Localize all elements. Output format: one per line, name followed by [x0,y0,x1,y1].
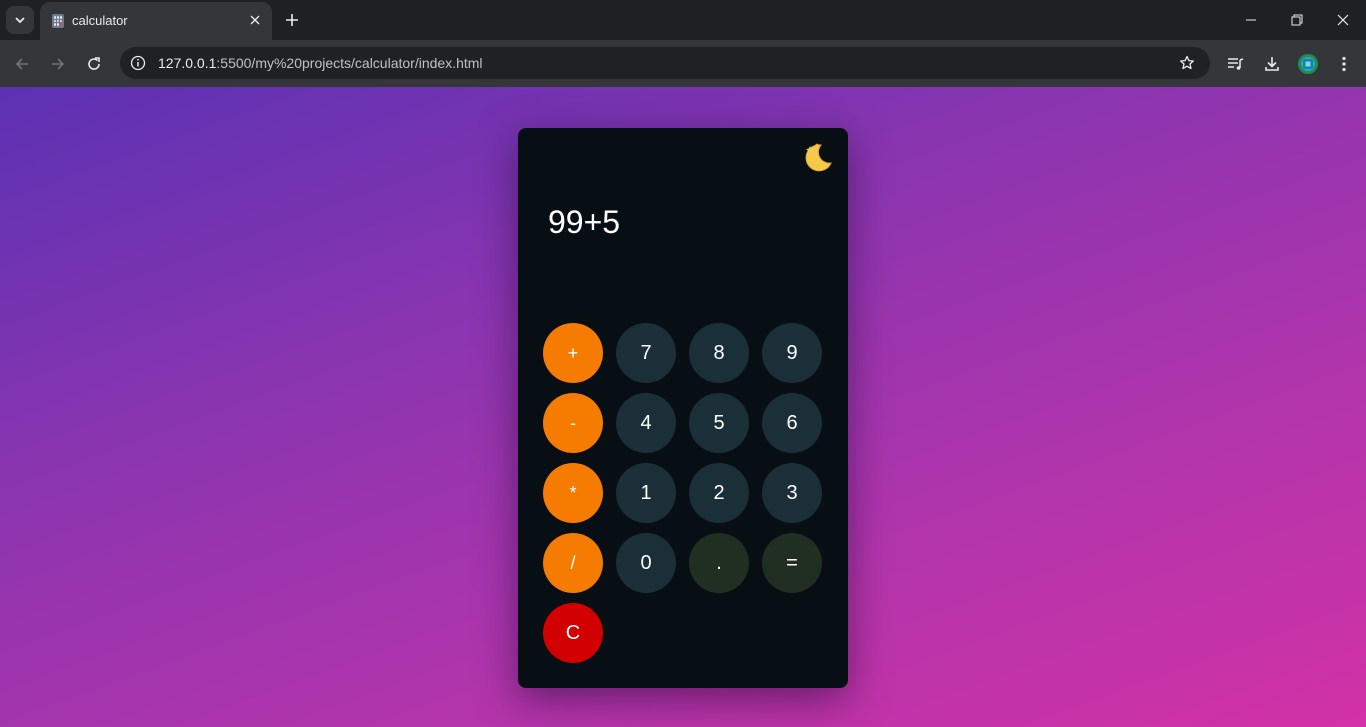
extension-icon [1298,54,1318,74]
calculator: 99+5 +7 8 9 -4 5 6 * 1 2 3 /0. = C [518,128,848,688]
site-info-button[interactable] [126,51,150,75]
theme-toggle-button[interactable] [802,142,834,174]
key-1[interactable]: 1 [616,463,676,523]
page-viewport: 99+5 +7 8 9 -4 5 6 * 1 2 3 /0. = C [0,87,1366,727]
minimize-icon [1246,19,1256,21]
browser-menu-button[interactable] [1330,50,1358,78]
site-info-icon [130,55,146,71]
forward-button[interactable] [44,50,72,78]
calculator-display: 99+5 [548,204,621,240]
download-button[interactable] [1258,50,1286,78]
key-minus[interactable]: - [543,393,603,453]
star-icon [1180,55,1194,70]
moon-stars-icon [805,143,832,172]
url-host: 127.0.0.1 [158,55,217,71]
key-3[interactable]: 3 [762,463,822,523]
browser-toolbar: 127.0.0.1:5500/my%20projects/calculator/… [0,40,1366,87]
url-text[interactable]: 127.0.0.1:5500/my%20projects/calculator/… [158,55,483,71]
tab-strip: calculator [0,0,1366,40]
key-2[interactable]: 2 [689,463,749,523]
extension-button[interactable] [1294,50,1322,78]
download-icon [1265,57,1279,71]
key-9[interactable]: 9 [762,323,822,383]
restore-icon [1291,14,1303,26]
key-equals[interactable]: = [762,533,822,593]
reload-icon [88,57,100,70]
keypad: +7 8 9 -4 5 6 * 1 2 3 /0. = C [543,323,822,663]
back-arrow-icon [15,58,28,70]
reload-button[interactable] [80,50,108,78]
key-multiply[interactable]: * [543,463,603,523]
tab-title: calculator [72,13,128,28]
key-6[interactable]: 6 [762,393,822,453]
new-tab-button[interactable] [280,8,304,32]
media-control-button[interactable] [1222,50,1250,78]
tab-calculator[interactable]: calculator [40,2,272,40]
address-bar[interactable]: 127.0.0.1:5500/my%20projects/calculator/… [120,47,1210,79]
key-clear[interactable]: C [543,603,603,663]
key-0[interactable]: 0 [616,533,676,593]
restore-button[interactable] [1274,0,1320,40]
chevron-down-icon [15,17,25,24]
plus-icon [286,14,298,26]
key-8[interactable]: 8 [689,323,749,383]
key-plus[interactable]: + [543,323,603,383]
tab-search-button[interactable] [6,6,34,34]
media-control-icon [1228,58,1244,70]
url-path: :5500/my%20projects/calculator/index.htm… [216,55,483,71]
kebab-menu-icon [1342,56,1346,72]
back-button[interactable] [8,50,36,78]
key-5[interactable]: 5 [689,393,749,453]
bookmark-button[interactable] [1176,52,1198,74]
key-divide[interactable]: / [543,533,603,593]
calculator-favicon-icon [52,14,64,28]
close-icon[interactable] [246,11,264,29]
key-4[interactable]: 4 [616,393,676,453]
key-7[interactable]: 7 [616,323,676,383]
forward-arrow-icon [52,58,65,70]
close-window-button[interactable] [1320,0,1366,40]
close-window-icon [1337,14,1349,26]
key-decimal[interactable]: . [689,533,749,593]
minimize-button[interactable] [1228,0,1274,40]
